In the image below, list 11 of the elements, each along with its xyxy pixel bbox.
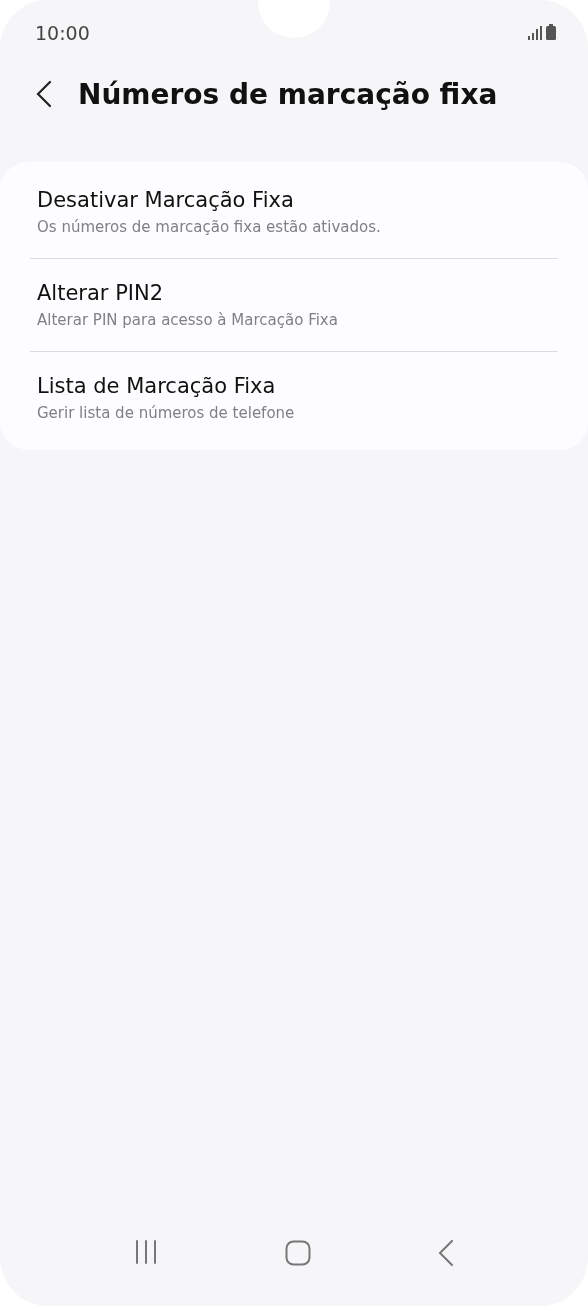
battery-icon [546,24,556,40]
home-button[interactable] [285,1240,311,1266]
signal-icon [528,26,542,40]
back-button[interactable] [36,80,52,108]
back-nav-button[interactable] [438,1240,455,1266]
settings-item[interactable]: Desativar Marcação Fixa Os números de marcação fixa estão ativados. [0,166,588,258]
settings-item[interactable]: Lista de Marcação Fixa Gerir lista de números de telefone [0,352,588,444]
settings-item[interactable]: Alterar PIN2 Alterar PIN para acesso à Marcação Fixa [0,259,588,351]
page-title: Números de marcação fixa [78,77,498,111]
status-time: 10:00 [35,22,90,44]
recents-button[interactable] [133,1240,158,1264]
